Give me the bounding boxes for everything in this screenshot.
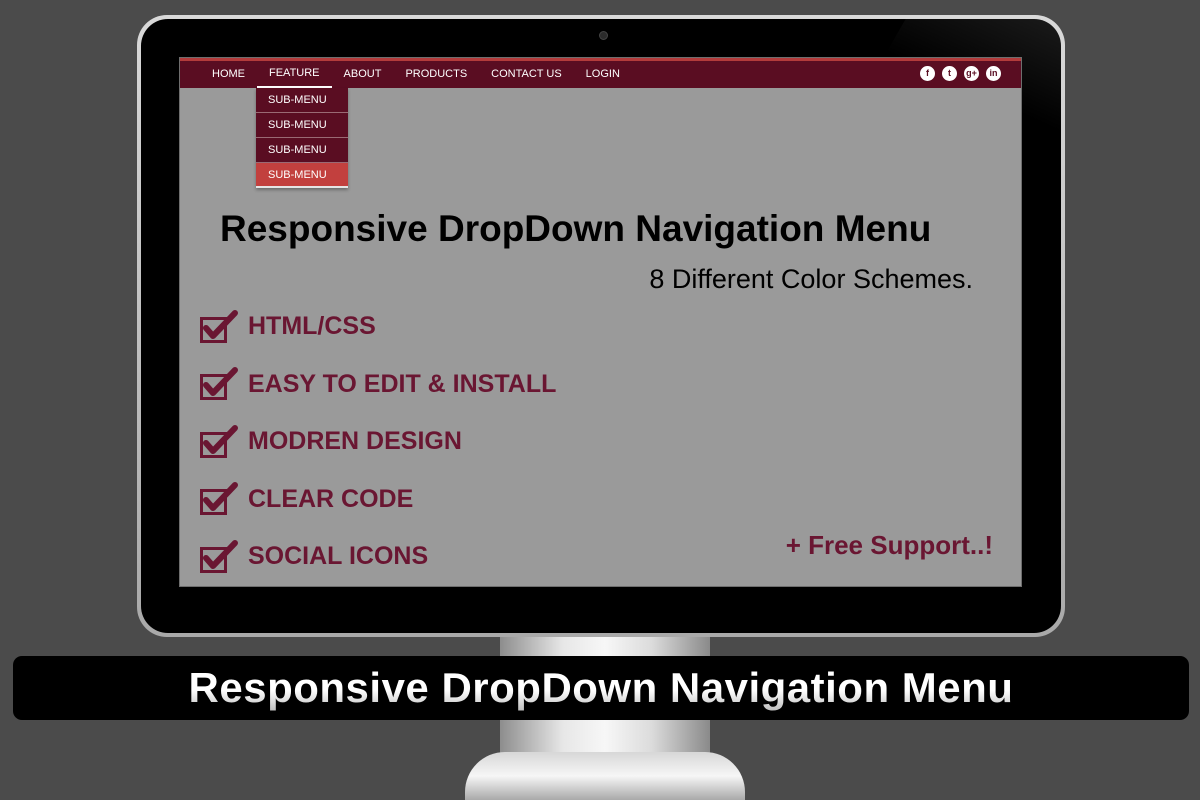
hero-subline: 8 Different Color Schemes. (649, 264, 973, 294)
submenu-item[interactable]: SUB-MENU (256, 113, 348, 138)
monitor-stand-base (465, 752, 745, 800)
nav-item-login[interactable]: LOGIN (574, 61, 632, 88)
submenu-item[interactable]: SUB-MENU (256, 138, 348, 163)
navigation-bar: HOME FEATURE ABOUT PRODUCTS CONTACT US L… (180, 58, 1021, 88)
feature-list: HTML/CSS EASY TO EDIT & INSTALL MODREN D… (200, 298, 556, 586)
feature-item: HTML/CSS (200, 298, 556, 356)
checkbox-check-icon (200, 539, 238, 573)
feature-label: MODREN DESIGN (248, 427, 462, 456)
facebook-icon[interactable]: f (920, 66, 935, 81)
monitor-screen: HOME FEATURE ABOUT PRODUCTS CONTACT US L… (179, 57, 1022, 587)
nav-item-feature[interactable]: FEATURE (257, 61, 332, 88)
feature-item: SOCIAL ICONS (200, 528, 556, 586)
bottom-banner: Responsive DropDown Navigation Menu (13, 656, 1189, 720)
submenu-item-hovered[interactable]: SUB-MENU (256, 163, 348, 188)
hero-headline: Responsive DropDown Navigation Menu (220, 208, 932, 249)
banner-title: Responsive DropDown Navigation Menu (188, 664, 1014, 711)
twitter-icon[interactable]: t (942, 66, 957, 81)
google-plus-icon[interactable]: g+ (964, 66, 979, 81)
feature-label: SOCIAL ICONS (248, 542, 429, 571)
nav-item-contact-us[interactable]: CONTACT US (479, 61, 574, 88)
checkbox-check-icon (200, 367, 238, 401)
submenu-item[interactable]: SUB-MENU (256, 88, 348, 113)
linkedin-icon[interactable]: in (986, 66, 1001, 81)
social-icons: f t g+ in (920, 66, 1001, 81)
feature-dropdown-menu: SUB-MENU SUB-MENU SUB-MENU SUB-MENU (256, 88, 348, 188)
feature-label: CLEAR CODE (248, 484, 414, 513)
nav-menu: HOME FEATURE ABOUT PRODUCTS CONTACT US L… (200, 61, 632, 88)
feature-item: EASY TO EDIT & INSTALL (200, 356, 556, 414)
free-support-note: + Free Support..! (785, 530, 993, 560)
feature-label: EASY TO EDIT & INSTALL (248, 369, 557, 398)
nav-item-products[interactable]: PRODUCTS (393, 61, 479, 88)
promo-stage: HOME FEATURE ABOUT PRODUCTS CONTACT US L… (0, 0, 1200, 800)
checkbox-check-icon (200, 482, 238, 516)
nav-item-home[interactable]: HOME (200, 61, 257, 88)
checkbox-check-icon (200, 424, 238, 458)
webcam-icon (599, 31, 608, 40)
feature-label: HTML/CSS (248, 312, 376, 341)
checkbox-check-icon (200, 309, 238, 343)
feature-item: CLEAR CODE (200, 471, 556, 529)
nav-item-about[interactable]: ABOUT (332, 61, 394, 88)
feature-item: MODREN DESIGN (200, 413, 556, 471)
